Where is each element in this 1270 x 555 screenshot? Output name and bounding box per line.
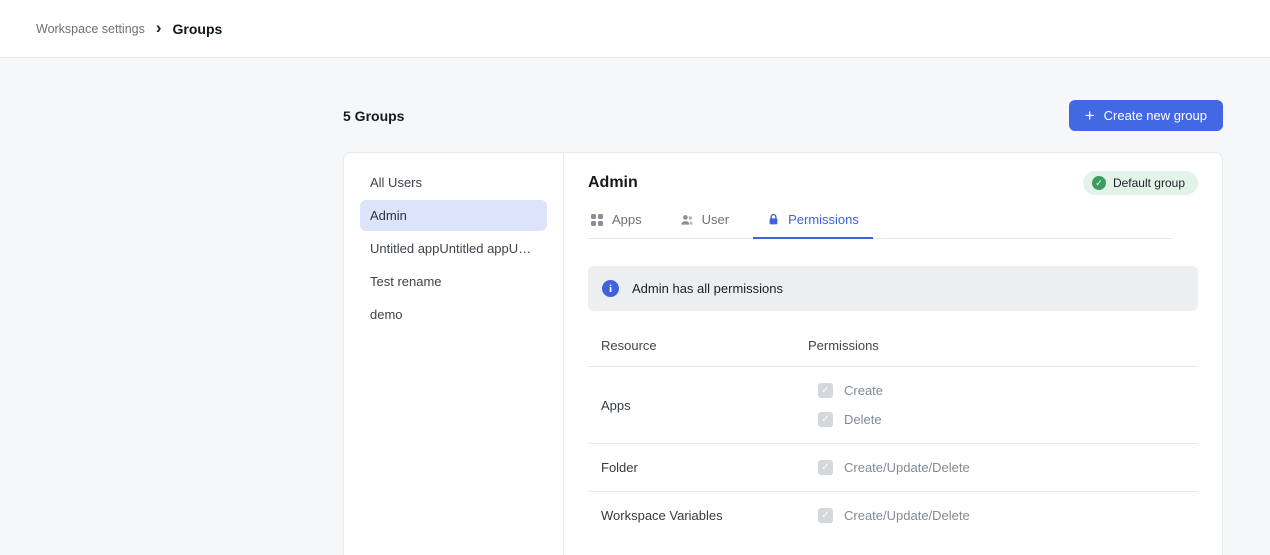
tab-user[interactable]: User [678,212,731,238]
default-group-badge: ✓ Default group [1083,171,1198,195]
tab-permissions[interactable]: Permissions [765,212,861,238]
permissions-cell: ✓ Create/Update/Delete [808,460,1198,475]
permissions-info-banner: i Admin has all permissions [588,266,1198,311]
checkbox-apps-create[interactable]: ✓ [818,383,833,398]
group-list-item-demo[interactable]: demo [360,299,547,330]
permission-label: Delete [844,412,882,427]
permission-label: Create/Update/Delete [844,460,970,475]
apps-grid-icon [590,213,604,227]
breadcrumb-workspace-settings[interactable]: Workspace settings [36,22,145,36]
group-title: Admin [588,174,638,192]
permission-folder-cud: ✓ Create/Update/Delete [818,460,1198,475]
permission-apps-create: ✓ Create [818,383,1198,398]
column-header-resource: Resource [588,338,808,353]
breadcrumb-groups: Groups [173,21,223,37]
users-icon [680,213,694,227]
resource-label: Workspace Variables [588,508,808,523]
permission-label: Create/Update/Delete [844,508,970,523]
groups-page: 5 Groups + Create new group All Users Ad… [343,100,1223,555]
resource-label: Apps [588,398,808,413]
table-row-apps: Apps ✓ Create ✓ Delete [588,367,1198,444]
permission-label: Create [844,383,883,398]
table-row-workspace-variables: Workspace Variables ✓ Create/Update/Dele… [588,492,1198,539]
check-circle-icon: ✓ [1092,176,1106,190]
create-new-group-label: Create new group [1104,108,1207,123]
tab-apps[interactable]: Apps [588,212,644,238]
group-detail-panel: Admin ✓ Default group Apps [564,153,1222,555]
breadcrumb: Workspace settings › Groups [36,21,222,37]
group-tabs: Apps User [588,212,1172,239]
groups-count-label: 5 Groups [343,108,404,124]
permissions-info-text: Admin has all permissions [632,281,783,296]
tab-apps-label: Apps [612,212,642,227]
checkbox-workspace-variables-cud[interactable]: ✓ [818,508,833,523]
permission-workspace-variables-cud: ✓ Create/Update/Delete [818,508,1198,523]
tab-permissions-label: Permissions [788,212,859,227]
groups-card: All Users Admin Untitled appUntitled app… [343,152,1223,555]
permissions-cell: ✓ Create/Update/Delete [808,508,1198,523]
checkbox-apps-delete[interactable]: ✓ [818,412,833,427]
plus-icon: + [1085,107,1095,124]
topbar: Workspace settings › Groups [0,0,1270,58]
page-header: 5 Groups + Create new group [343,100,1223,131]
group-list-item-untitled-app[interactable]: Untitled appUntitled appUntitle… [360,233,547,264]
permissions-cell: ✓ Create ✓ Delete [808,383,1198,427]
group-list: All Users Admin Untitled appUntitled app… [344,153,564,555]
chevron-right-icon: › [156,19,162,36]
info-circle-icon: i [602,280,619,297]
group-list-item-all-users[interactable]: All Users [360,167,547,198]
permission-apps-delete: ✓ Delete [818,412,1198,427]
tab-user-label: User [702,212,729,227]
group-list-item-admin[interactable]: Admin [360,200,547,231]
lock-icon [767,213,780,226]
create-new-group-button[interactable]: + Create new group [1069,100,1223,131]
default-group-badge-label: Default group [1113,176,1185,190]
table-row-folder: Folder ✓ Create/Update/Delete [588,444,1198,492]
permissions-table: Resource Permissions Apps ✓ Create ✓ Del… [588,338,1198,539]
group-detail-header: Admin ✓ Default group [588,171,1198,195]
resource-label: Folder [588,460,808,475]
column-header-permissions: Permissions [808,338,1198,353]
group-list-item-test-rename[interactable]: Test rename [360,266,547,297]
permissions-table-header: Resource Permissions [588,338,1198,367]
checkbox-folder-cud[interactable]: ✓ [818,460,833,475]
